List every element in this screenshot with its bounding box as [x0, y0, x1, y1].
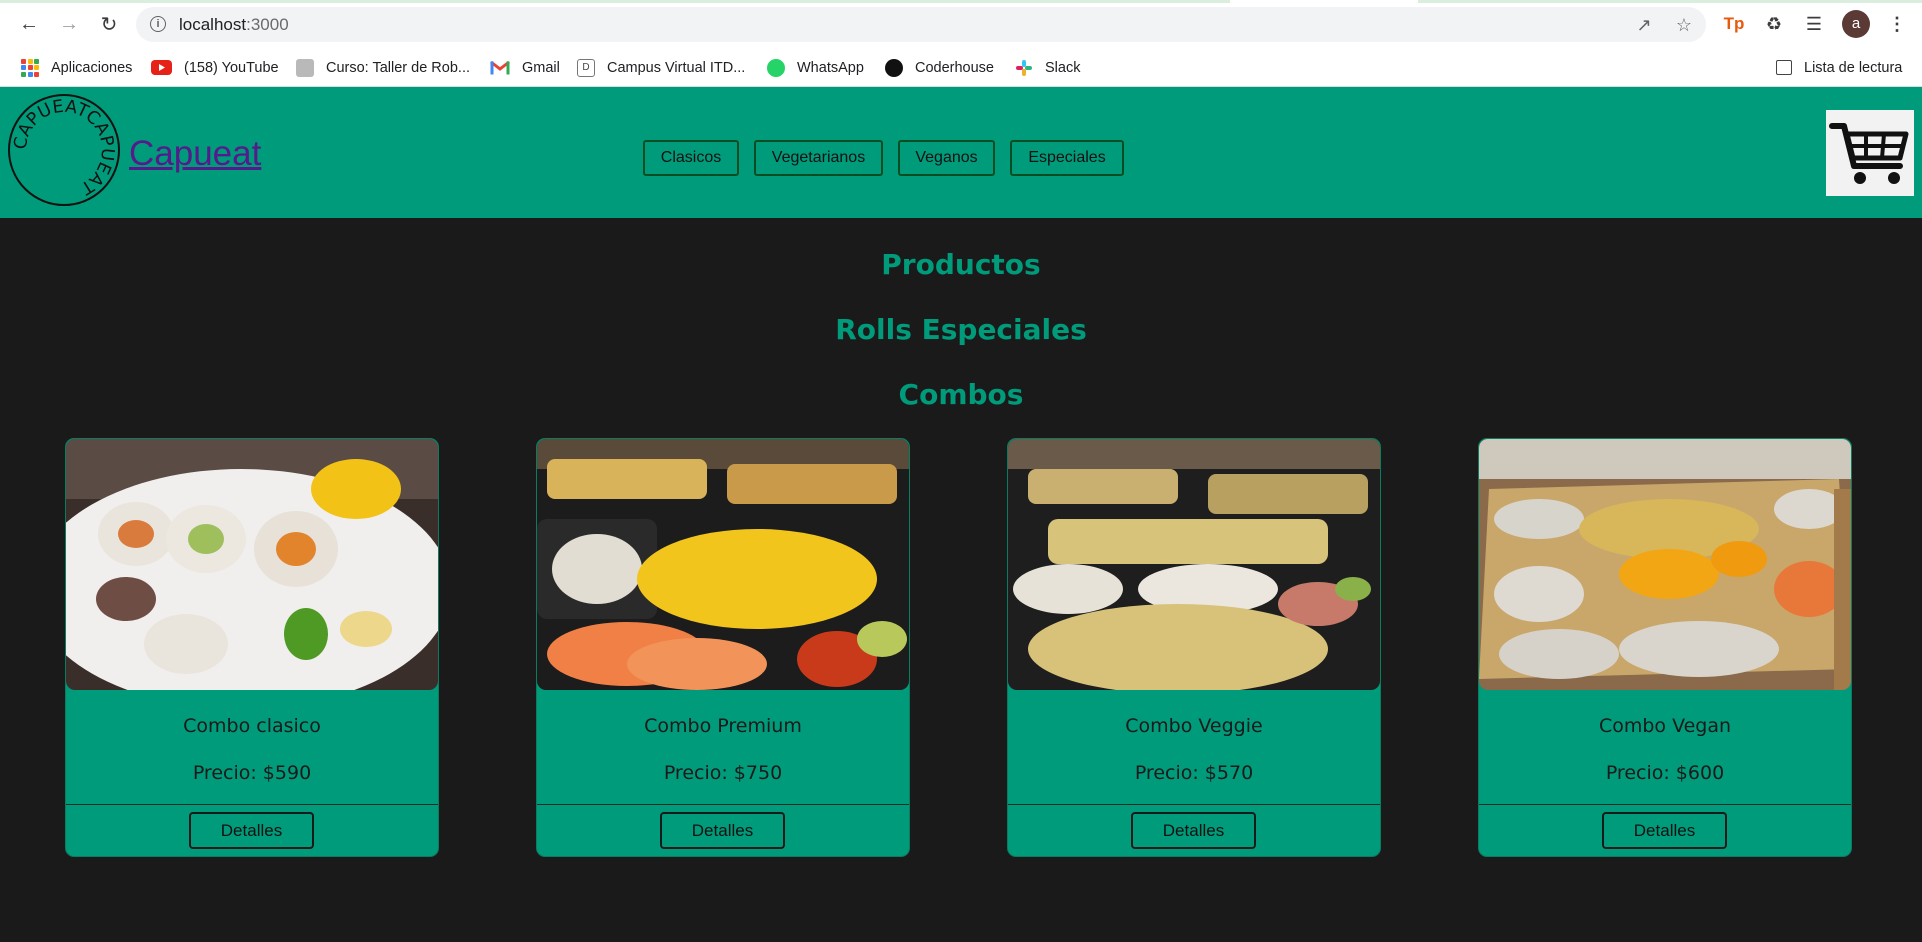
share-icon[interactable]: ↗: [1632, 13, 1656, 37]
bookmark-apps[interactable]: Aplicaciones: [21, 48, 132, 87]
loading-bar: [1418, 0, 1922, 3]
cart-button[interactable]: [1826, 110, 1914, 196]
card-divider: [66, 804, 438, 805]
bookmark-slack[interactable]: Slack: [1015, 48, 1080, 87]
bookmark-course[interactable]: Curso: Taller de Rob...: [296, 48, 470, 87]
youtube-icon: [151, 60, 172, 75]
bookmark-youtube[interactable]: (158) YouTube: [151, 48, 279, 87]
nav-vegetarianos-button[interactable]: Vegetarianos: [754, 140, 883, 176]
slack-icon: [1015, 59, 1033, 77]
rolls-especiales-heading: Rolls Especiales: [835, 313, 1087, 346]
course-icon: [296, 58, 314, 77]
reload-icon[interactable]: ↻: [95, 10, 123, 38]
bookmarks-bar: Aplicaciones (158) YouTube Curso: Taller…: [0, 48, 1922, 87]
bookmark-whatsapp[interactable]: WhatsApp: [767, 48, 864, 87]
extension-tp-icon[interactable]: Tp: [1722, 12, 1746, 36]
product-image[interactable]: [1479, 439, 1851, 690]
loading-bar: [0, 0, 1230, 3]
card-divider: [1479, 804, 1851, 805]
apps-grid-icon: [21, 58, 39, 77]
product-name: Combo clasico: [183, 715, 321, 737]
url-host: localhost: [179, 15, 247, 34]
product-image[interactable]: [66, 439, 438, 690]
forward-arrow-icon[interactable]: →: [55, 10, 83, 38]
url-port: :3000: [246, 15, 289, 34]
product-card: Combo Veggie Precio: $570 Detalles: [1007, 438, 1381, 857]
product-card: Combo Premium Precio: $750 Detalles: [536, 438, 910, 857]
reading-list[interactable]: Lista de lectura: [1776, 48, 1902, 87]
product-card: Combo Vegan Precio: $600 Detalles: [1478, 438, 1852, 857]
product-price: Precio: $570: [1134, 762, 1254, 784]
shopping-cart-icon: [1829, 123, 1909, 184]
address-url[interactable]: localhost:3000: [179, 15, 289, 35]
product-name: Combo Premium: [644, 715, 802, 737]
nav-clasicos-button[interactable]: Clasicos: [643, 140, 739, 176]
svg-text:CAPUEATCAPUEAT: CAPUEATCAPUEAT: [11, 97, 118, 198]
combos-heading: Combos: [898, 378, 1024, 411]
product-image[interactable]: [1008, 439, 1380, 690]
media-queue-icon[interactable]: ☰: [1802, 12, 1826, 36]
bookmark-label: (158) YouTube: [184, 59, 279, 76]
details-button[interactable]: Detalles: [1131, 812, 1256, 849]
bookmark-label: Curso: Taller de Rob...: [326, 59, 470, 76]
bookmark-label: Campus Virtual ITD...: [607, 59, 746, 76]
campus-icon: D: [577, 58, 595, 77]
card-divider: [1008, 804, 1380, 805]
whatsapp-icon: [767, 58, 785, 77]
bookmark-label: Aplicaciones: [51, 59, 133, 76]
kebab-menu-icon[interactable]: ⋮: [1885, 12, 1909, 36]
product-name: Combo Vegan: [1598, 715, 1732, 737]
card-divider: [537, 804, 909, 805]
bookmark-gmail[interactable]: Gmail: [490, 48, 560, 87]
product-price: Precio: $590: [192, 762, 312, 784]
reading-list-label: Lista de lectura: [1804, 59, 1903, 76]
bookmark-campus[interactable]: D Campus Virtual ITD...: [577, 48, 745, 87]
gmail-icon: [490, 60, 510, 75]
product-price: Precio: $600: [1605, 762, 1725, 784]
details-button[interactable]: Detalles: [189, 812, 314, 849]
profile-avatar[interactable]: a: [1842, 10, 1870, 38]
nav-especiales-button[interactable]: Especiales: [1010, 140, 1124, 176]
site-header: CAPUEATCAPUEAT Capueat Clasicos Vegetari…: [0, 87, 1922, 218]
product-image[interactable]: [537, 439, 909, 690]
details-button[interactable]: Detalles: [660, 812, 785, 849]
capueat-logo[interactable]: CAPUEATCAPUEAT: [8, 94, 120, 206]
logo-text: CAPUEATCAPUEAT: [11, 97, 117, 198]
bookmark-label: Slack: [1045, 59, 1081, 76]
bookmark-label: Gmail: [522, 59, 560, 76]
product-card: Combo clasico Precio: $590 Detalles: [65, 438, 439, 857]
nav-veganos-button[interactable]: Veganos: [898, 140, 995, 176]
browser-toolbar: ← → ↻ i localhost:3000 ↗ ☆ Tp ♻ ☰ a ⋮: [0, 0, 1922, 48]
product-name: Combo Veggie: [1125, 715, 1263, 737]
address-bar[interactable]: i localhost:3000 ↗ ☆: [136, 7, 1706, 42]
productos-heading: Productos: [881, 248, 1041, 281]
brand-link[interactable]: Capueat: [129, 134, 261, 174]
product-price: Precio: $750: [663, 762, 783, 784]
bookmark-label: Coderhouse: [915, 59, 994, 76]
details-button[interactable]: Detalles: [1602, 812, 1727, 849]
site-info-icon[interactable]: i: [150, 16, 166, 32]
bookmark-star-icon[interactable]: ☆: [1672, 13, 1696, 37]
reading-list-icon: [1776, 60, 1792, 75]
coderhouse-icon: [885, 58, 903, 77]
bookmark-label: WhatsApp: [797, 59, 864, 76]
back-arrow-icon[interactable]: ←: [15, 10, 43, 38]
extensions-puzzle-icon[interactable]: ♻: [1762, 12, 1786, 36]
bookmark-coderhouse[interactable]: Coderhouse: [885, 48, 994, 87]
